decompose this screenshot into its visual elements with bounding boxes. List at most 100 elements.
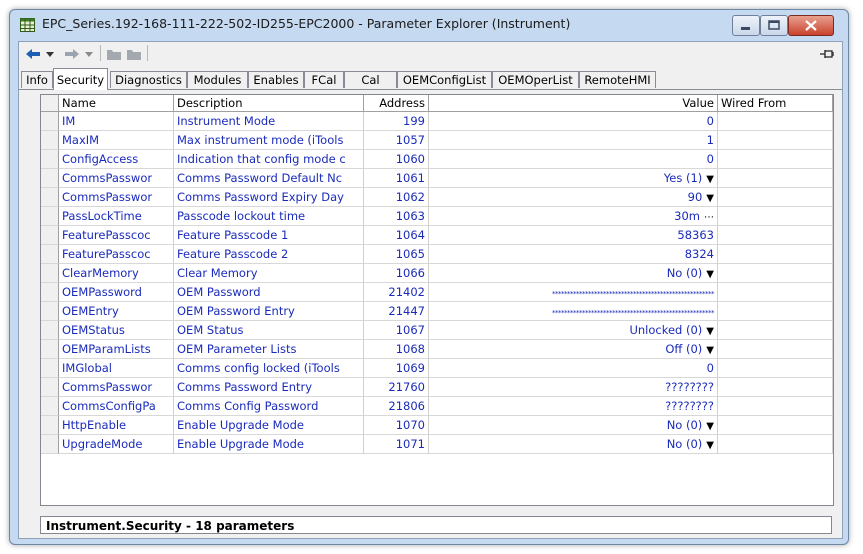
cell-name[interactable]: OEMStatus xyxy=(59,321,174,340)
cell-name[interactable]: ClearMemory xyxy=(59,264,174,283)
table-row[interactable]: CommsConfigPa Comms Config Password 21806?… xyxy=(41,397,833,416)
column-header-value[interactable]: Value xyxy=(429,95,718,111)
maximize-button[interactable] xyxy=(760,15,788,36)
tab-modules[interactable]: Modules xyxy=(187,71,248,88)
table-row[interactable]: UpgradeMode Enable Upgrade Mode 1071 No (0)… xyxy=(41,435,833,454)
cell-wired-from[interactable] xyxy=(718,416,833,435)
close-button[interactable] xyxy=(788,15,834,36)
cell-wired-from[interactable] xyxy=(718,378,833,397)
table-row[interactable]: HttpEnable Enable Upgrade Mode 1070 No (0) ▼ xyxy=(41,416,833,435)
title-bar[interactable]: EPC_Series.192-168-111-222-502-ID255-EPC… xyxy=(10,10,848,40)
row-selector[interactable] xyxy=(41,397,59,416)
tab-oemconfiglist[interactable]: OEMConfigList xyxy=(397,71,492,88)
cell-wired-from[interactable] xyxy=(718,397,833,416)
dropdown-arrow-icon[interactable]: ▼ xyxy=(706,193,714,204)
back-button[interactable] xyxy=(24,45,42,63)
cell-wired-from[interactable] xyxy=(718,150,833,169)
table-row[interactable]: FeaturePasscoc Feature Passcode 1 1064 5836… xyxy=(41,226,833,245)
table-row[interactable]: OEMEntry OEM Password Entry 21447 *********… xyxy=(41,302,833,321)
cell-name[interactable]: PassLockTime xyxy=(59,207,174,226)
cell-value[interactable]: 1 xyxy=(429,131,718,150)
tab-remotehmi[interactable]: RemoteHMI xyxy=(579,71,656,88)
ellipsis-button-icon[interactable]: ⋯ xyxy=(704,212,714,223)
row-selector[interactable] xyxy=(41,150,59,169)
dropdown-arrow-icon[interactable]: ▼ xyxy=(706,421,714,432)
cell-value[interactable]: 90 ▼ xyxy=(429,188,718,207)
tab-cal[interactable]: Cal xyxy=(344,71,397,88)
tab-fcal[interactable]: FCal xyxy=(304,71,344,88)
tab-security[interactable]: Security xyxy=(53,68,108,90)
row-selector[interactable] xyxy=(41,302,59,321)
cell-wired-from[interactable] xyxy=(718,283,833,302)
row-selector[interactable] xyxy=(41,359,59,378)
row-selector[interactable] xyxy=(41,112,59,131)
cell-value[interactable]: 0 xyxy=(429,359,718,378)
table-row[interactable]: CommsPasswor Comms Password Expiry Day 106… xyxy=(41,188,833,207)
cell-wired-from[interactable] xyxy=(718,302,833,321)
pin-button[interactable] xyxy=(817,45,837,63)
row-selector[interactable] xyxy=(41,131,59,150)
table-row[interactable]: MaxIM Max instrument mode (iTools 1057 1 xyxy=(41,131,833,150)
cell-value[interactable]: No (0) ▼ xyxy=(429,416,718,435)
cell-value[interactable]: ???????? xyxy=(429,378,718,397)
table-row[interactable]: IMGlobal Comms config locked (iTools 1069 0 xyxy=(41,359,833,378)
table-row[interactable]: CommsPasswor Comms Password Default Nc 106… xyxy=(41,169,833,188)
cell-name[interactable]: IM xyxy=(59,112,174,131)
row-selector[interactable] xyxy=(41,283,59,302)
back-history-dropdown[interactable] xyxy=(44,45,56,63)
row-selector[interactable] xyxy=(41,340,59,359)
forward-history-dropdown[interactable] xyxy=(83,45,95,63)
cell-name[interactable]: IMGlobal xyxy=(59,359,174,378)
table-row[interactable]: FeaturePasscoc Feature Passcode 2 1065 8324 xyxy=(41,245,833,264)
cell-wired-from[interactable] xyxy=(718,188,833,207)
column-header-name[interactable]: Name xyxy=(59,95,174,111)
cell-value[interactable]: Unlocked (0) ▼ xyxy=(429,321,718,340)
cell-value[interactable]: 30m ⋯ xyxy=(429,207,718,226)
tab-info[interactable]: Info xyxy=(21,71,53,88)
cell-value[interactable]: 0 xyxy=(429,112,718,131)
cell-value[interactable]: No (0) ▼ xyxy=(429,435,718,454)
row-selector[interactable] xyxy=(41,264,59,283)
cell-value[interactable]: 0 xyxy=(429,150,718,169)
cell-wired-from[interactable] xyxy=(718,340,833,359)
row-selector[interactable] xyxy=(41,226,59,245)
table-row[interactable]: OEMStatus OEM Status 1067 Unlocked (0) ▼ xyxy=(41,321,833,340)
tab-oemoperlist[interactable]: OEMOperList xyxy=(492,71,579,88)
cell-name[interactable]: CommsPasswor xyxy=(59,169,174,188)
minimize-button[interactable] xyxy=(732,15,760,36)
table-row[interactable]: OEMPassword OEM Password 21402 ************… xyxy=(41,283,833,302)
table-row[interactable]: PassLockTime Passcode lockout time 1063 30m… xyxy=(41,207,833,226)
open-folder-button[interactable] xyxy=(105,45,123,63)
cell-value[interactable]: 8324 xyxy=(429,245,718,264)
row-selector[interactable] xyxy=(41,169,59,188)
forward-button[interactable] xyxy=(63,45,81,63)
column-header-description[interactable]: Description xyxy=(174,95,364,111)
table-row[interactable]: ConfigAccess Indication that config mode … xyxy=(41,150,833,169)
tab-diagnostics[interactable]: Diagnostics xyxy=(110,71,187,88)
cell-name[interactable]: UpgradeMode xyxy=(59,435,174,454)
parent-folder-button[interactable] xyxy=(125,45,143,63)
cell-value[interactable]: No (0) ▼ xyxy=(429,264,718,283)
row-selector[interactable] xyxy=(41,435,59,454)
column-header-wired-from[interactable]: Wired From xyxy=(718,95,833,111)
dropdown-arrow-icon[interactable]: ▼ xyxy=(706,326,714,337)
row-selector[interactable] xyxy=(41,188,59,207)
dropdown-arrow-icon[interactable]: ▼ xyxy=(706,440,714,451)
cell-name[interactable]: MaxIM xyxy=(59,131,174,150)
cell-wired-from[interactable] xyxy=(718,207,833,226)
row-selector[interactable] xyxy=(41,378,59,397)
cell-value[interactable]: Off (0) ▼ xyxy=(429,340,718,359)
dropdown-arrow-icon[interactable]: ▼ xyxy=(706,269,714,280)
cell-name[interactable]: OEMEntry xyxy=(59,302,174,321)
cell-wired-from[interactable] xyxy=(718,435,833,454)
cell-name[interactable]: HttpEnable xyxy=(59,416,174,435)
cell-name[interactable]: CommsConfigPa xyxy=(59,397,174,416)
cell-name[interactable]: FeaturePasscoc xyxy=(59,245,174,264)
cell-wired-from[interactable] xyxy=(718,359,833,378)
table-row[interactable]: ClearMemory Clear Memory 1066 No (0) ▼ xyxy=(41,264,833,283)
cell-value[interactable]: ****************************************… xyxy=(429,302,718,321)
cell-value[interactable]: 58363 xyxy=(429,226,718,245)
dropdown-arrow-icon[interactable]: ▼ xyxy=(706,345,714,356)
table-row[interactable]: CommsPasswor Comms Password Entry 21760???… xyxy=(41,378,833,397)
row-selector[interactable] xyxy=(41,207,59,226)
